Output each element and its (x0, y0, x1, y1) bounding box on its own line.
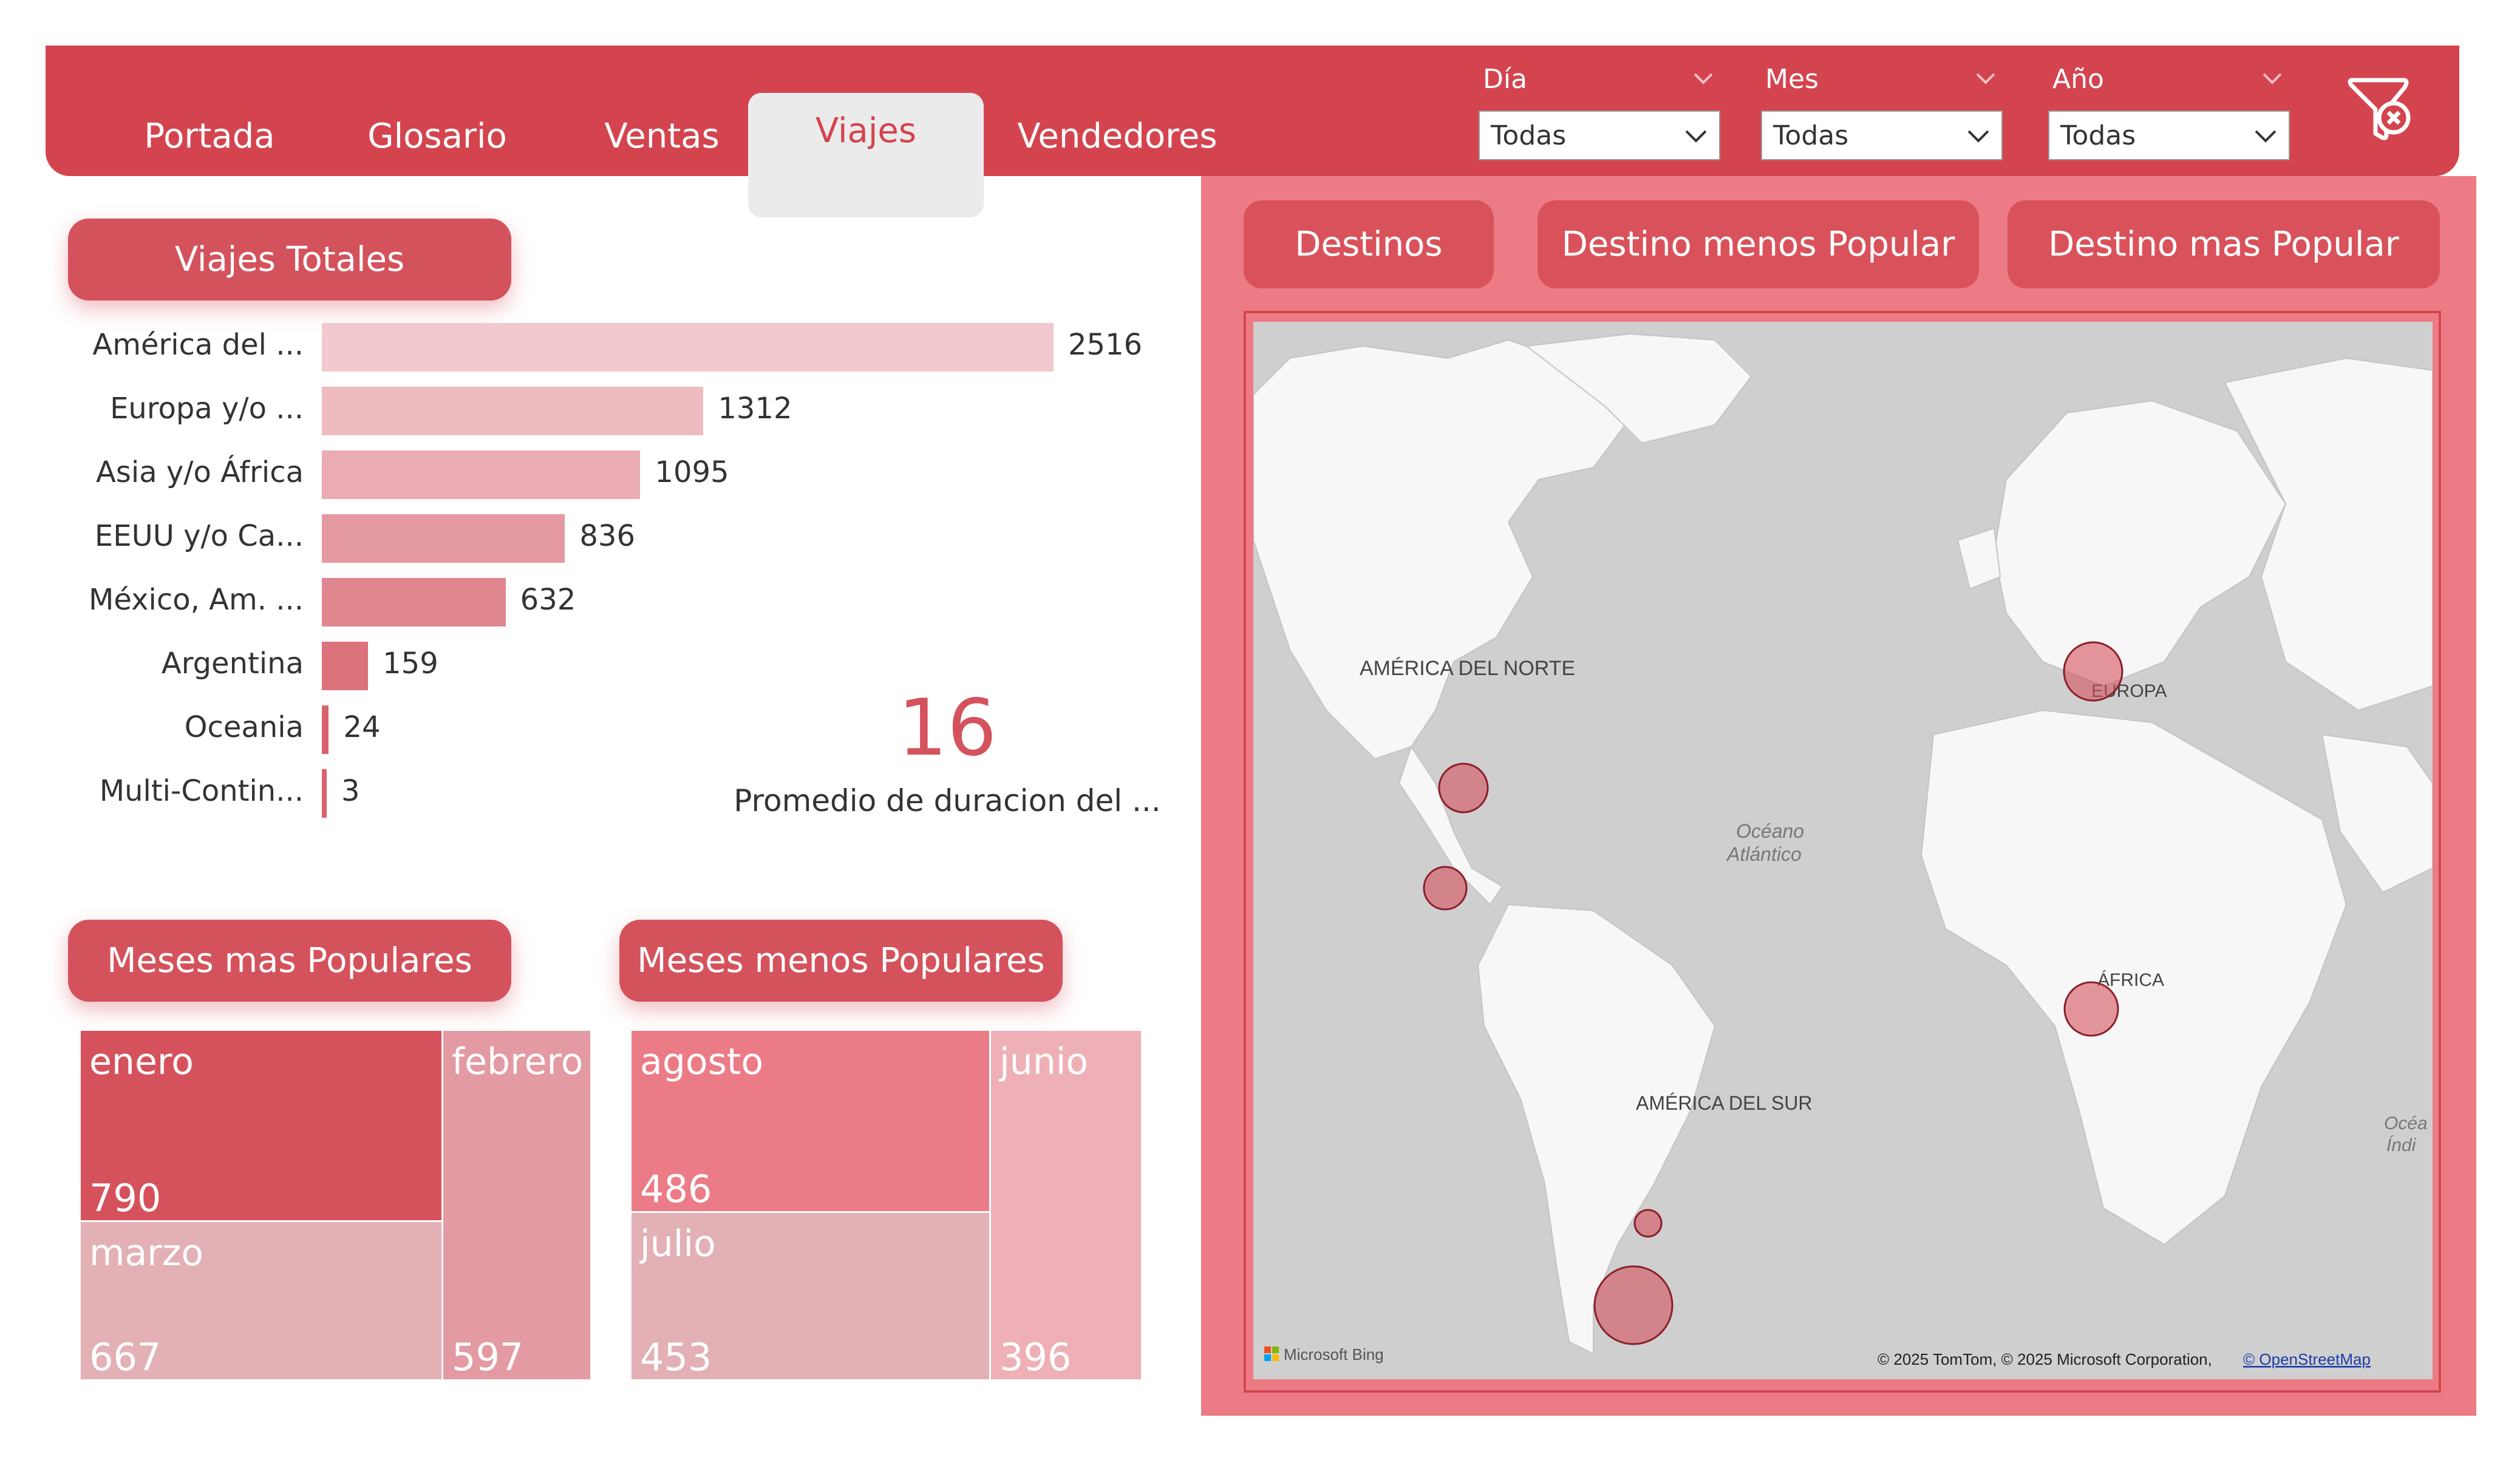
chevron-down-icon (1685, 130, 1707, 143)
map-label-north-america: AMÉRICA DEL NORTE (1360, 657, 1575, 680)
bar[interactable] (322, 450, 641, 499)
filter-clear-icon[interactable] (2344, 73, 2417, 146)
bar-value-label: 24 (343, 710, 381, 744)
map-bubble[interactable] (2063, 981, 2119, 1037)
map-bubble[interactable] (1593, 1265, 1674, 1345)
tab-glosario[interactable]: Glosario (346, 85, 528, 188)
bar-value-label: 2516 (1068, 328, 1143, 362)
filter-value-mes: Todas (1773, 120, 1849, 151)
map-label-ocean-2: Atlántico (1726, 843, 1802, 865)
meses-mas-title: Meses mas Populares (68, 920, 511, 1002)
destino-menos-popular-button[interactable]: Destino menos Popular (1538, 200, 1979, 288)
viajes-totales-title: Viajes Totales (68, 219, 511, 301)
bar-value-label: 1095 (655, 455, 729, 489)
bar-category-label: Multi-Contin... (99, 774, 304, 808)
bar-category-label: Oceania (184, 710, 304, 744)
bar[interactable] (322, 642, 369, 690)
bing-logo-text: Microsoft Bing (1284, 1345, 1384, 1364)
bar-value-label: 836 (579, 519, 635, 553)
meses-menos-treemap: agosto 486 julio 453 junio 396 (630, 1029, 1143, 1381)
map-label-ocean-1: Océano (1736, 820, 1804, 842)
bar[interactable] (322, 769, 327, 818)
bar-value-label: 632 (520, 583, 576, 617)
treemap-cell-name: marzo (89, 1232, 204, 1274)
bar[interactable] (322, 514, 565, 563)
treemap-cell[interactable]: enero 790 (79, 1029, 443, 1222)
map-bubble[interactable] (1633, 1209, 1663, 1238)
map-label-indian-2: Índi (2386, 1135, 2417, 1155)
world-map-canvas: AMÉRICA DEL NORTE EUROPA Océano Atlántic… (1253, 322, 2433, 1379)
map-bubble[interactable] (1423, 866, 1468, 911)
chevron-down-icon[interactable] (2260, 66, 2284, 90)
map-bubble[interactable] (2063, 641, 2123, 702)
tab-portada[interactable]: Portada (121, 85, 298, 188)
openstreetmap-link[interactable]: © OpenStreetMap (2243, 1350, 2371, 1368)
bar-category-label: Europa y/o ... (110, 392, 304, 426)
chevron-down-icon (2255, 130, 2277, 143)
kpi-label: Promedio de duracion del ... (734, 783, 1161, 818)
bar-category-label: Argentina (161, 647, 304, 681)
chevron-down-icon (1967, 130, 1989, 143)
destino-mas-popular-button[interactable]: Destino mas Popular (2007, 200, 2440, 288)
treemap-cell-name: junio (999, 1041, 1089, 1083)
bar-value-label: 3 (341, 774, 360, 808)
filter-label-dia: Día (1483, 64, 1528, 95)
treemap-cell-name: julio (640, 1223, 716, 1265)
bar[interactable] (322, 323, 1054, 372)
treemap-cell-name: agosto (640, 1041, 764, 1083)
filter-label-mes: Mes (1765, 64, 1819, 95)
treemap-cell[interactable]: febrero 597 (441, 1029, 592, 1381)
tab-vendedores[interactable]: Vendedores (1008, 85, 1227, 188)
treemap-cell-value: 667 (89, 1335, 162, 1379)
meses-mas-treemap: enero 790 marzo 667 febrero 597 (79, 1029, 592, 1381)
filter-value-ano: Todas (2060, 120, 2136, 151)
filter-dropdown-dia[interactable]: Todas (1479, 110, 1720, 160)
treemap-cell[interactable]: julio 453 (630, 1211, 991, 1381)
world-map[interactable]: AMÉRICA DEL NORTE EUROPA Océano Atlántic… (1253, 322, 2433, 1379)
destinos-button[interactable]: Destinos (1244, 200, 1494, 288)
treemap-cell-name: enero (89, 1041, 194, 1083)
filter-dropdown-mes[interactable]: Todas (1761, 110, 2003, 160)
bar-category-label: América del ... (92, 328, 304, 362)
filter-value-dia: Todas (1491, 120, 1567, 151)
bar-category-label: México, Am. ... (89, 583, 304, 617)
bar-value-label: 159 (383, 647, 438, 681)
bar[interactable] (322, 705, 329, 754)
bar-category-label: EEUU y/o Ca... (94, 519, 304, 553)
filter-dropdown-ano[interactable]: Todas (2048, 110, 2290, 160)
treemap-cell-value: 597 (452, 1335, 524, 1379)
map-label-south-america: AMÉRICA DEL SUR (1636, 1092, 1812, 1114)
tab-ventas[interactable]: Ventas (577, 85, 747, 188)
filter-label-ano: Año (2052, 64, 2104, 95)
treemap-cell[interactable]: marzo 667 (79, 1220, 443, 1381)
map-bubble[interactable] (1438, 762, 1489, 813)
treemap-cell-value: 453 (640, 1335, 712, 1379)
bar[interactable] (322, 578, 506, 627)
chevron-down-icon[interactable] (1691, 66, 1715, 90)
chevron-down-icon[interactable] (1973, 66, 1998, 90)
treemap-cell-value: 790 (89, 1176, 162, 1220)
bar-category-label: Asia y/o África (96, 455, 304, 489)
treemap-cell-value: 486 (640, 1167, 712, 1211)
treemap-cell[interactable]: junio 396 (989, 1029, 1143, 1381)
treemap-cell[interactable]: agosto 486 (630, 1029, 991, 1213)
treemap-cell-name: febrero (452, 1041, 584, 1083)
bar-value-label: 1312 (718, 392, 792, 426)
tab-viajes[interactable]: Viajes (748, 93, 984, 217)
map-copyright: © 2025 TomTom, © 2025 Microsoft Corporat… (1878, 1350, 2212, 1368)
treemap-cell-value: 396 (999, 1335, 1072, 1379)
bar[interactable] (322, 387, 704, 435)
kpi-value: 16 (897, 683, 997, 773)
map-label-indian-1: Océa (2384, 1113, 2428, 1133)
meses-menos-title: Meses menos Populares (619, 920, 1063, 1002)
